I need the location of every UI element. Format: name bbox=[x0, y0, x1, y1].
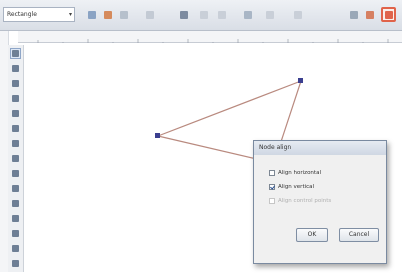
save-icon[interactable] bbox=[116, 7, 131, 22]
toolbox bbox=[8, 45, 24, 272]
redo-icon[interactable] bbox=[196, 7, 211, 22]
import-icon[interactable] bbox=[214, 7, 229, 22]
node-align-dialog: Node align Align horizontal Align vertic… bbox=[253, 140, 387, 264]
align-vertical-label: Align vertical bbox=[278, 184, 315, 190]
tool-select-value: Rectangle bbox=[7, 11, 37, 18]
open-icon[interactable] bbox=[100, 7, 115, 22]
align-control-points-checkbox bbox=[269, 198, 275, 204]
connector-tool-icon[interactable] bbox=[10, 228, 21, 239]
undo-icon[interactable] bbox=[176, 7, 191, 22]
table-tool-icon[interactable] bbox=[10, 198, 21, 209]
align-horizontal-label: Align horizontal bbox=[278, 170, 321, 176]
crop-tool-icon[interactable] bbox=[10, 78, 21, 89]
align-vertical-checkbox[interactable] bbox=[269, 184, 275, 190]
dialog-title: Node align bbox=[254, 141, 386, 155]
node-align-icon[interactable] bbox=[381, 7, 396, 22]
pick-tool-icon[interactable] bbox=[10, 48, 21, 59]
cancel-button[interactable]: Cancel bbox=[339, 228, 379, 242]
standard-toolbar: Rectangle ▾ bbox=[0, 0, 402, 31]
text-tool-icon[interactable] bbox=[10, 183, 21, 194]
tool-select-dropdown[interactable]: Rectangle ▾ bbox=[3, 7, 75, 22]
align-icon[interactable] bbox=[262, 7, 277, 22]
export-icon[interactable] bbox=[240, 7, 255, 22]
new-icon[interactable] bbox=[84, 7, 99, 22]
chevron-down-icon: ▾ bbox=[68, 11, 72, 18]
rectangle-tool-icon[interactable] bbox=[10, 138, 21, 149]
outline-tool-icon[interactable] bbox=[10, 258, 21, 269]
freehand-tool-icon[interactable] bbox=[10, 108, 21, 119]
zoom-tool-icon[interactable] bbox=[10, 93, 21, 104]
shape-tool-icon[interactable] bbox=[10, 63, 21, 74]
print-icon[interactable] bbox=[142, 7, 157, 22]
ok-button[interactable]: OK bbox=[296, 228, 328, 242]
eyedropper-tool-icon[interactable] bbox=[10, 243, 21, 254]
polygon-tool-icon[interactable] bbox=[10, 168, 21, 179]
ellipse-tool-icon[interactable] bbox=[10, 153, 21, 164]
align-vertical-option[interactable]: Align vertical bbox=[269, 184, 314, 190]
align-horizontal-checkbox[interactable] bbox=[269, 170, 275, 176]
align-settings-icon[interactable] bbox=[362, 7, 377, 22]
smart-fill-icon[interactable] bbox=[10, 123, 21, 134]
dimension-tool-icon[interactable] bbox=[10, 213, 21, 224]
options-icon[interactable] bbox=[346, 7, 361, 22]
node-handle-left[interactable] bbox=[155, 133, 160, 138]
align-horizontal-option[interactable]: Align horizontal bbox=[269, 170, 321, 176]
align-control-points-option: Align control points bbox=[269, 198, 331, 204]
horizontal-ruler bbox=[18, 31, 402, 46]
align-control-points-label: Align control points bbox=[278, 198, 332, 204]
node-handle-top[interactable] bbox=[298, 78, 303, 83]
snap-icon[interactable] bbox=[290, 7, 305, 22]
